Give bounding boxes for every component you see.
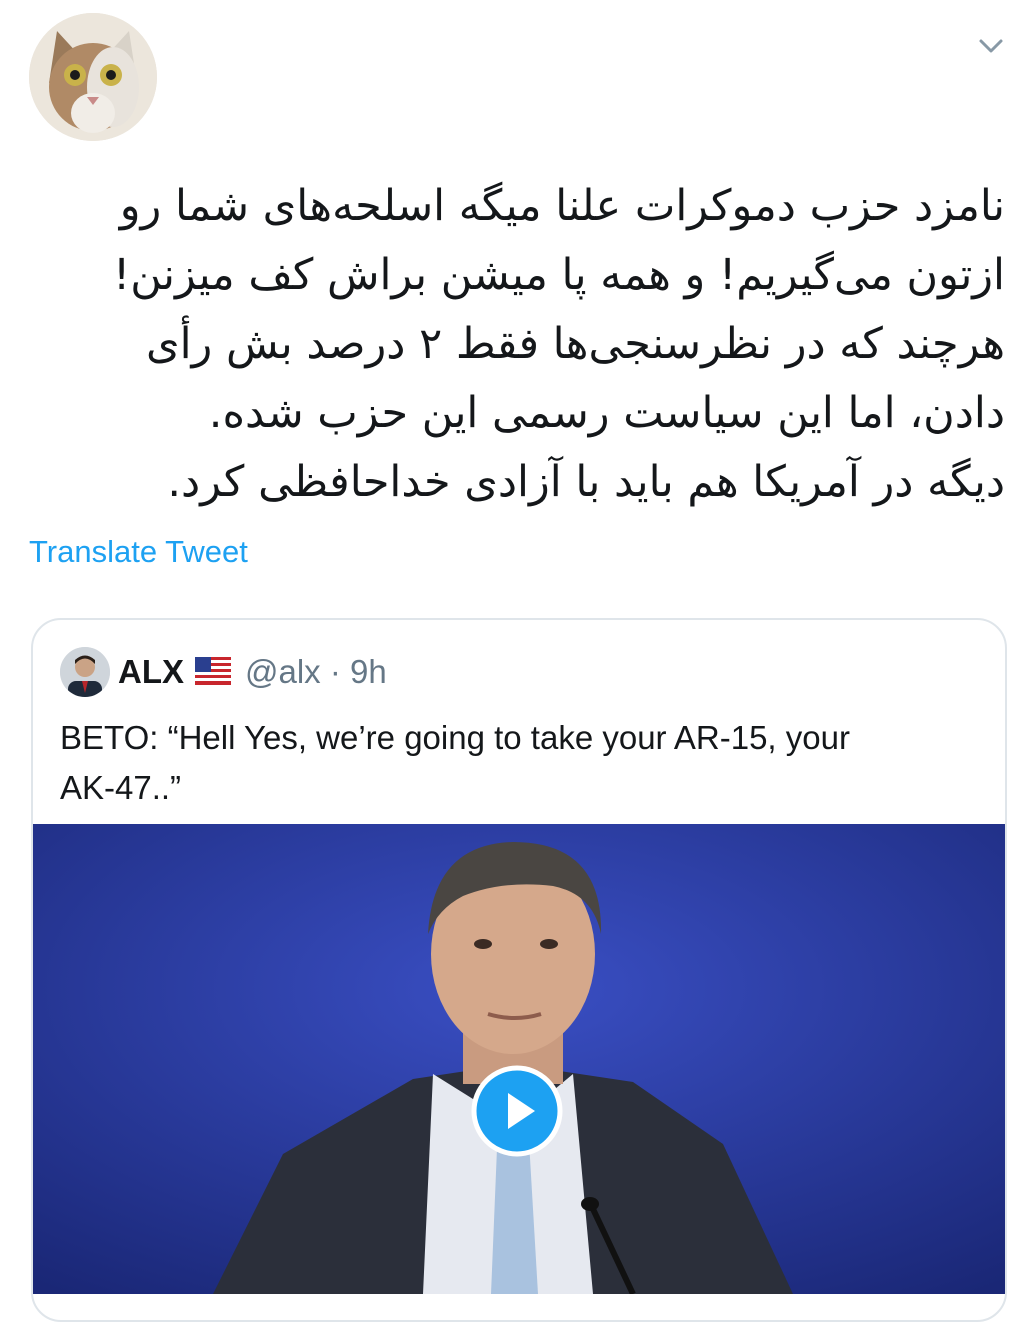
tweet-menu-button[interactable] [975, 32, 1007, 60]
play-icon [471, 1065, 563, 1157]
quoted-author-handle-time: @alx · 9h [245, 653, 387, 690]
tweet-text-line: ازتون می‌گیریم! و همه پا میشن براش کف می… [113, 250, 1005, 300]
quoted-tweet-text: BETO: “Hell Yes, we’re going to take you… [60, 713, 960, 813]
quoted-author-name[interactable]: ALX [118, 653, 184, 691]
video-thumbnail-image [33, 824, 1005, 1294]
translate-tweet-link[interactable]: Translate Tweet [29, 534, 248, 570]
quoted-text-line: BETO: “Hell Yes, we’re going to take you… [60, 719, 850, 756]
cat-avatar-image [29, 13, 157, 141]
tweet-text-line: دیگه در آمریکا هم باید با آزادی خداحافظی… [167, 457, 1005, 507]
tweet-text: نامزد حزب دموکرات علنا میگه اسلحه‌های شم… [40, 172, 1005, 517]
us-flag-icon [195, 657, 231, 685]
quoted-author-avatar[interactable] [60, 647, 110, 697]
author-avatar-image [60, 647, 110, 697]
play-button[interactable] [471, 1065, 563, 1157]
tweet-text-line: هرچند که در نظرسنجی‌ها فقط ۲ درصد بش رأی [145, 319, 1005, 369]
chevron-down-icon [979, 39, 1003, 53]
quoted-tweet-card[interactable]: ALX @alx · 9h BETO: “Hell Yes, we’re goi… [31, 618, 1007, 1322]
quoted-text-line: AK-47..” [60, 769, 182, 806]
profile-avatar[interactable] [29, 13, 157, 141]
tweet-text-line: دادن، اما این سیاست رسمی این حزب شده. [208, 388, 1005, 438]
tweet-text-line: نامزد حزب دموکرات علنا میگه اسلحه‌های شم… [119, 181, 1005, 231]
video-media[interactable] [33, 824, 1005, 1294]
